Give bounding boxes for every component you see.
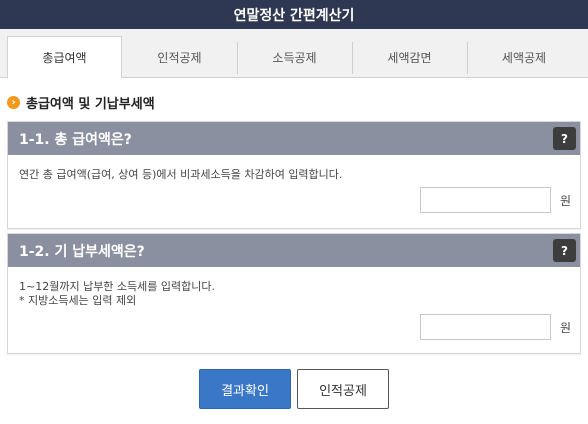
orange-bullet-icon: ›: [7, 95, 20, 109]
prepaid-tax-panel: 1-2. 기 납부세액은? ? 1~12월까지 납부한 소득세를 입력합니다. …: [7, 233, 581, 354]
currency-unit: 원: [559, 193, 571, 208]
tab-label: 소득공제: [272, 50, 317, 65]
tab-tax-reduction[interactable]: 세액감면: [352, 36, 467, 78]
confirm-result-button[interactable]: 결과확인: [199, 369, 291, 409]
tab-income-deduction[interactable]: 소득공제: [237, 36, 352, 78]
tab-bar: 총급여액 인적공제 소득공제 세액감면 세액공제: [0, 29, 588, 79]
tab-label: 인적공제: [157, 50, 202, 65]
panel-header: 1-2. 기 납부세액은? ?: [8, 234, 580, 267]
tab-label: 총급여액: [42, 51, 87, 65]
gross-pay-panel: 1-1. 총 급여액은? ? 연간 총 급여액(급여, 상여 등)에서 비과세소…: [7, 121, 581, 229]
panel-header: 1-1. 총 급여액은? ?: [8, 122, 580, 155]
currency-unit: 원: [559, 320, 571, 335]
tab-tax-credit[interactable]: 세액공제: [467, 36, 581, 78]
section-title: 총급여액 및 기납부세액: [26, 96, 155, 112]
tab-personal-deduction[interactable]: 인적공제: [122, 36, 237, 78]
window-title: 연말정산 간편계산기: [0, 0, 588, 29]
tab-label: 세액공제: [501, 50, 547, 65]
help-button[interactable]: ?: [553, 239, 576, 262]
description-note: * 지방소득세는 입력 제외: [19, 294, 137, 307]
tab-gross-pay[interactable]: 총급여액: [7, 36, 122, 79]
panel-description: 1~12월까지 납부한 소득세를 입력합니다. * 지방소득세는 입력 제외: [8, 267, 580, 308]
amount-row: 원: [419, 187, 571, 213]
gross-pay-input[interactable]: [419, 187, 551, 213]
panel-title: 1-1. 총 급여액은?: [19, 131, 132, 148]
help-button[interactable]: ?: [553, 127, 576, 150]
next-personal-deduction-button[interactable]: 인적공제: [297, 369, 389, 409]
amount-row: 원: [419, 314, 571, 340]
tab-label: 세액감면: [387, 50, 432, 65]
section-heading: › 총급여액 및 기납부세액: [7, 93, 155, 112]
panel-description: 연간 총 급여액(급여, 상여 등)에서 비과세소득을 차감하여 입력합니다.: [19, 168, 343, 181]
prepaid-tax-input[interactable]: [419, 314, 551, 340]
panel-title: 1-2. 기 납부세액은?: [19, 243, 145, 260]
description-line: 1~12월까지 납부한 소득세를 입력합니다.: [19, 280, 215, 293]
